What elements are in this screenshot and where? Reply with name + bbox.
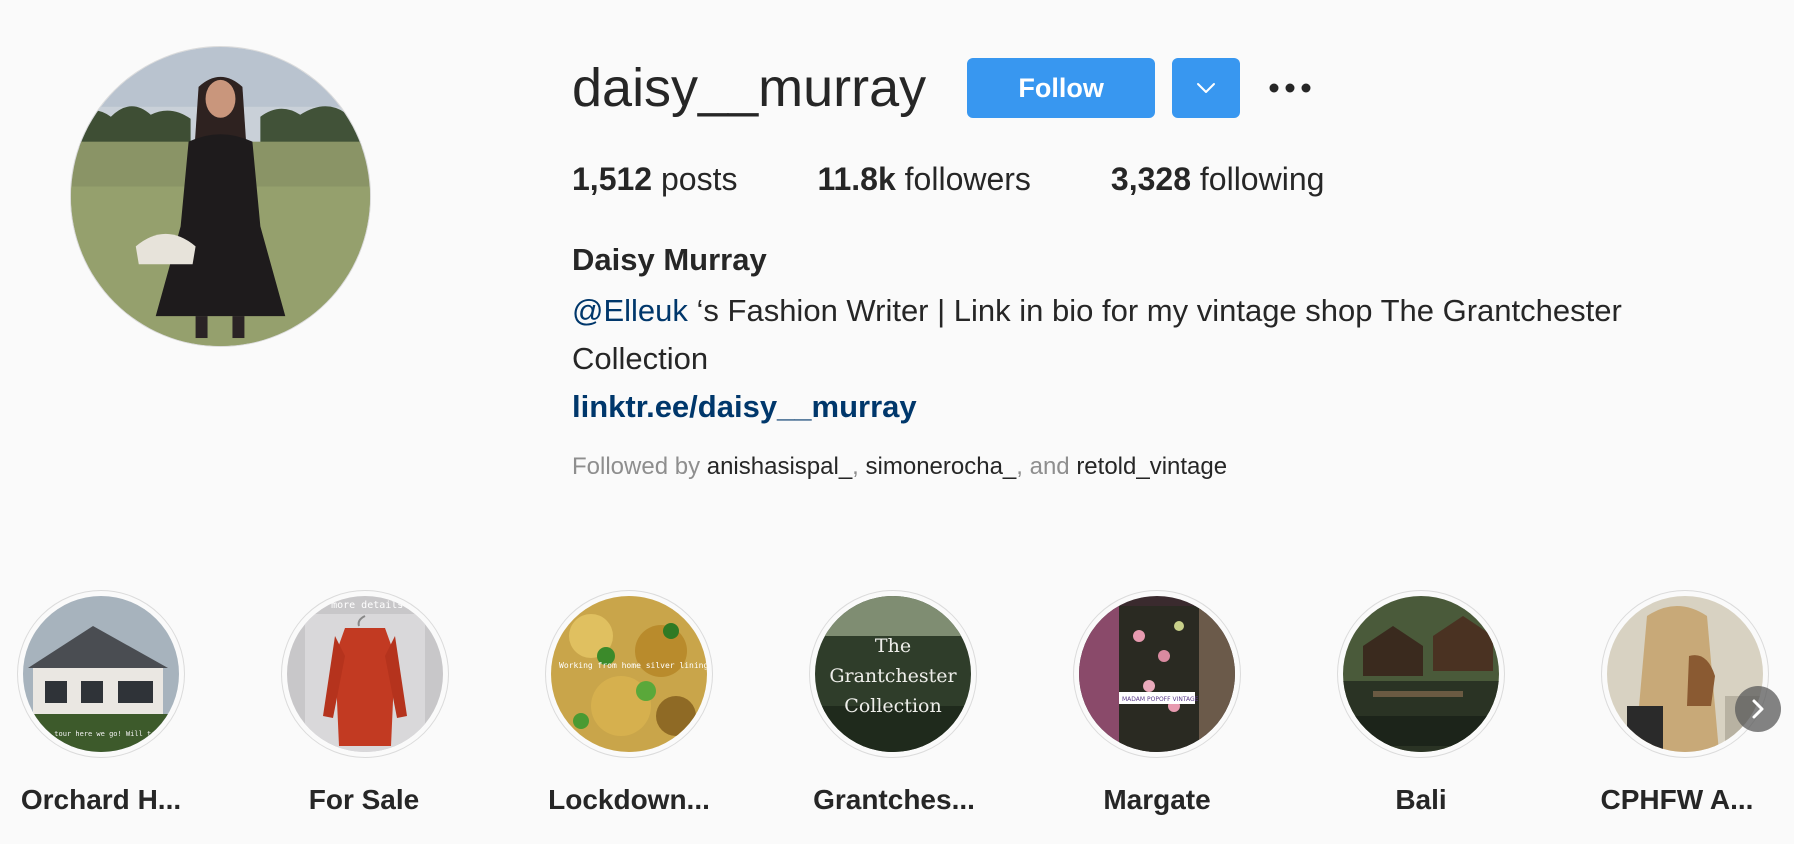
highlights-next-button[interactable] (1735, 686, 1781, 732)
highlight-cover: Working from home silver linings (551, 596, 707, 752)
posts-label: posts (660, 161, 738, 197)
profile-info: daisy__murray Follow 1,512 posts 11.8k f… (572, 50, 1752, 483)
highlight-label: CPHFW A... (1600, 784, 1754, 815)
posts-stat: 1,512 posts (572, 159, 737, 199)
followed-by[interactable]: Followed by anishasispal_, simonerocha_,… (572, 451, 1752, 483)
profile-stats: 1,512 posts 11.8k followers 3,328 follow… (572, 159, 1752, 199)
chevron-down-icon (1197, 83, 1216, 93)
highlight-cover (1607, 596, 1763, 752)
profile-avatar[interactable] (70, 46, 371, 347)
highlight-label: Lockdown... (548, 784, 710, 815)
followed-by-account[interactable]: anishasispal_ (707, 453, 852, 480)
highlight-cover-title-line: The (875, 635, 911, 657)
highlight-ring (1337, 590, 1505, 758)
highlight-cover (1343, 596, 1499, 752)
highlight-ring: MADAM POPOFF VINTAGE (1073, 590, 1241, 758)
highlight-ring: house tour here we go! Will try be fairl… (17, 590, 185, 758)
highlight-label: For Sale (308, 784, 420, 815)
following-count: 3,328 (1110, 161, 1191, 197)
suggested-dropdown-button[interactable] (1172, 58, 1241, 118)
highlight-cover: for more details (287, 596, 443, 752)
bio-website-link[interactable]: linktr.ee/daisy__murray (572, 383, 1752, 431)
bio: @Elleuk ‘s Fashion Writer | Link in bio … (572, 287, 1712, 383)
followers-label: followers (904, 161, 1031, 197)
bio-text-line-1: ‘s Fashion Writer | Link in bio for my v… (687, 293, 1622, 328)
highlight-cover-text: house tour here we go! Will try be fairl… (29, 730, 179, 738)
highlight-cover: The Grantchester Collection (815, 596, 971, 752)
more-dots-icon (1269, 83, 1311, 93)
bio-text-line-2: Collection (572, 341, 709, 376)
highlight-ring: The Grantchester Collection (809, 590, 977, 758)
story-highlights: house tour here we go! Will try be fairl… (0, 590, 1794, 844)
profile-photo (71, 47, 370, 346)
followers-stat[interactable]: 11.8k followers (817, 159, 1030, 199)
followed-by-separator: , (852, 453, 866, 480)
highlight-label: Margate (1103, 784, 1211, 815)
highlight-cover: MADAM POPOFF VINTAGE (1079, 596, 1235, 752)
highlight-cover-text: MADAM POPOFF VINTAGE (1122, 696, 1199, 703)
highlight-label: Bali (1395, 784, 1447, 815)
highlight-ring: for more details (281, 590, 449, 758)
highlight-label: Grantches... (813, 784, 975, 815)
posts-count: 1,512 (572, 161, 653, 197)
profile-header: daisy__murray Follow (572, 50, 1752, 126)
highlight-label: Orchard H... (20, 784, 182, 815)
followed-by-account[interactable]: retold_vintage (1076, 453, 1227, 480)
full-name: Daisy Murray (572, 242, 767, 277)
highlight-cover-title-line: Collection (844, 695, 941, 717)
highlight-cover-text: Working from home silver linings (559, 661, 707, 670)
followers-count: 11.8k (817, 161, 896, 197)
followed-by-prefix: Followed by (572, 453, 707, 480)
highlight-ring (1601, 590, 1769, 758)
following-stat[interactable]: 3,328 following (1111, 159, 1324, 199)
more-options-button[interactable] (1266, 58, 1314, 118)
highlight-cover-title-line: Grantchester (829, 665, 957, 687)
followed-by-account[interactable]: simonerocha_ (866, 453, 1017, 480)
highlight-cover: house tour here we go! Will try be fairl… (23, 596, 179, 752)
highlight-cover-text: for more details (307, 600, 403, 611)
following-label: following (1199, 161, 1325, 197)
username: daisy__murray (572, 58, 927, 118)
followed-by-and: , and (1016, 453, 1077, 480)
bio-mention-link[interactable]: @Elleuk (572, 293, 688, 328)
follow-button[interactable]: Follow (967, 58, 1156, 118)
chevron-right-icon (1752, 699, 1764, 719)
highlight-ring: Working from home silver linings (545, 590, 713, 758)
